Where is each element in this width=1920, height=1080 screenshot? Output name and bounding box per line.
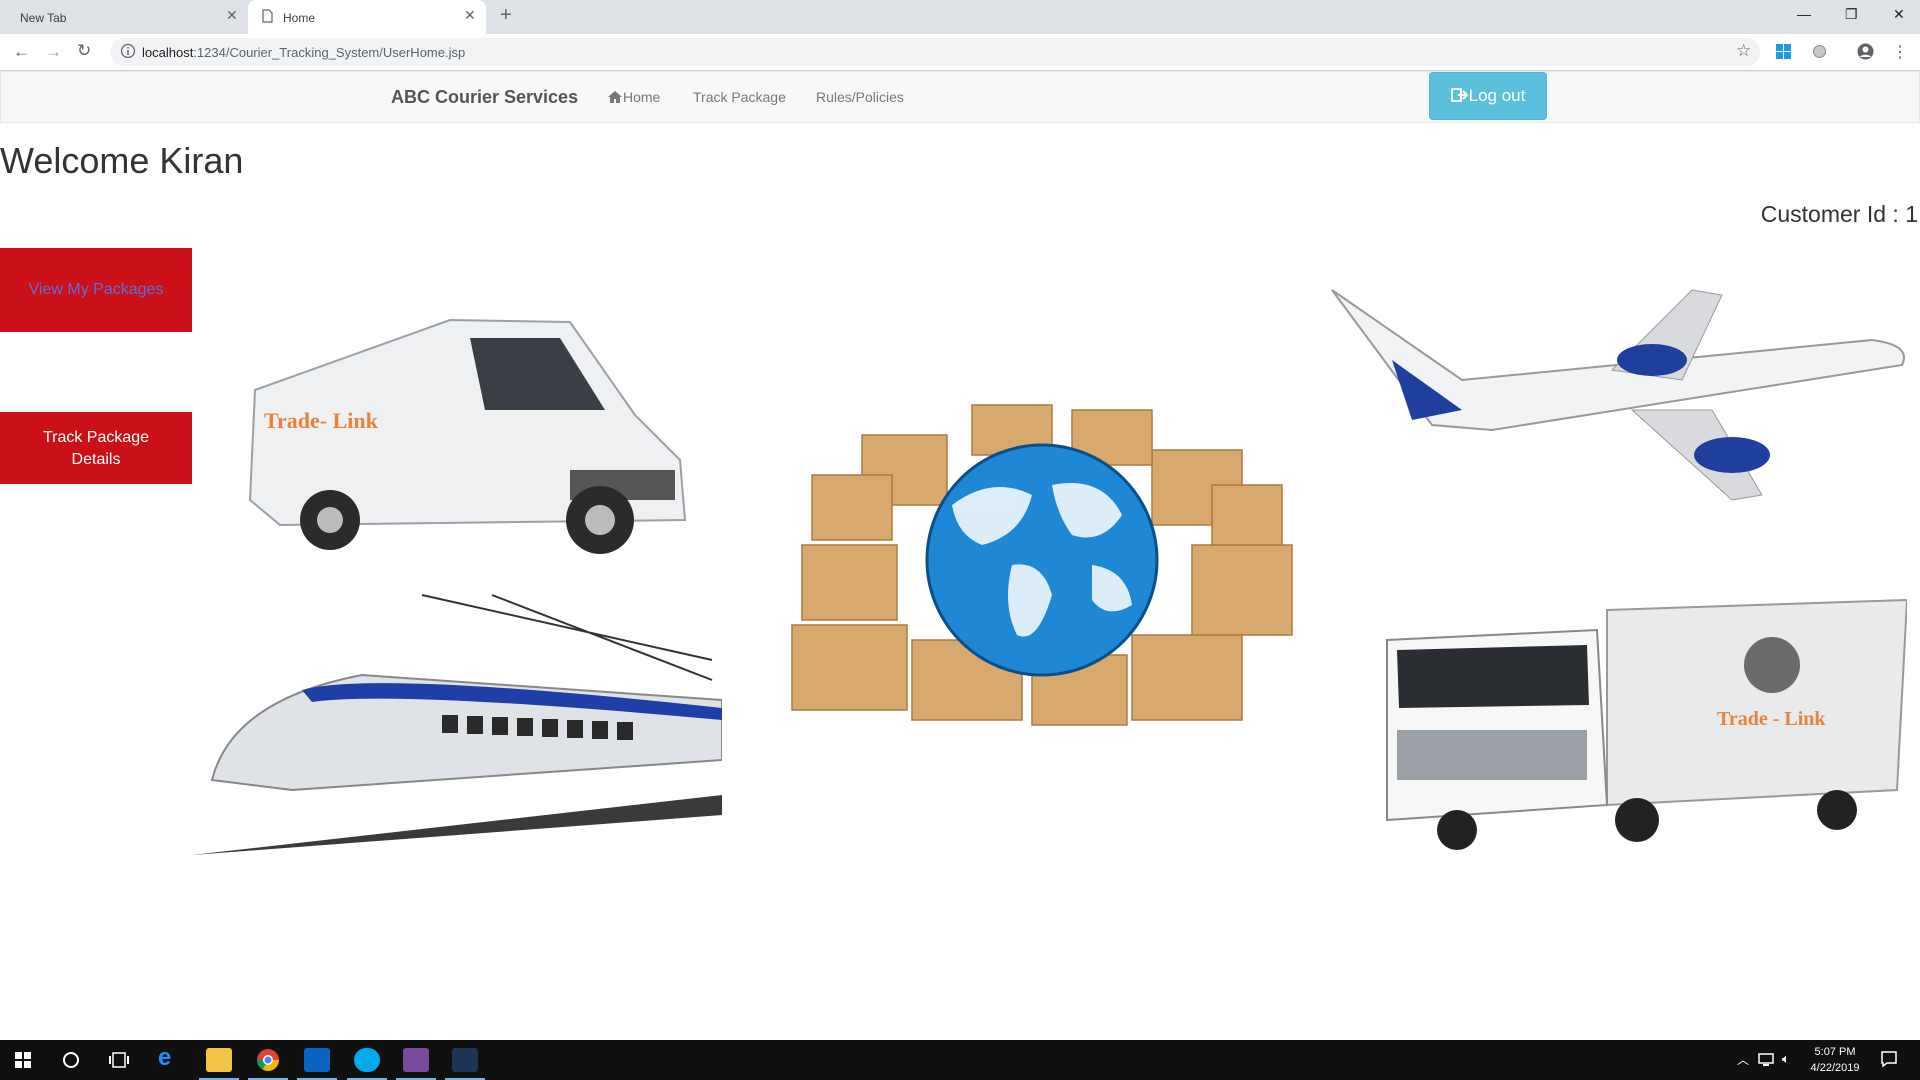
outlook-icon[interactable] [304, 1048, 330, 1072]
task-view-icon[interactable] [109, 1051, 129, 1074]
file-explorer-icon[interactable] [206, 1048, 232, 1072]
track-package-details-label: Track Package Details [42, 429, 150, 468]
tab-title: New Tab [20, 11, 67, 25]
info-icon[interactable] [120, 43, 136, 64]
nav-home[interactable]: Home [607, 89, 660, 105]
reload-icon[interactable]: ↻ [77, 41, 91, 61]
minimize-icon[interactable]: — [1797, 6, 1811, 22]
cortana-search-icon[interactable] [62, 1051, 80, 1074]
tab-title: Home [283, 11, 316, 25]
close-icon[interactable]: ✕ [226, 7, 238, 24]
home-icon [608, 91, 622, 103]
forward-icon[interactable]: → [45, 42, 62, 62]
network-icon[interactable] [1758, 1051, 1776, 1072]
extension-icon[interactable] [1812, 44, 1827, 64]
browser-tab-strip: New Tab ✕ Home ✕ + — ❐ ✕ [0, 0, 1920, 34]
bookmark-star-icon[interactable]: ☆ [1736, 41, 1751, 61]
address-bar[interactable]: localhost:1234/Courier_Tracking_System/U… [110, 38, 1760, 66]
url-text: localhost:1234/Courier_Tracking_System/U… [142, 45, 466, 60]
transport-collage-image: Trade- Link Trade - Link [192, 280, 1918, 860]
globe-boxes-image [791, 404, 1293, 726]
tab-new-tab[interactable]: New Tab ✕ [0, 0, 246, 34]
logout-button[interactable]: Log out [1429, 72, 1547, 120]
airplane-image [1331, 289, 1905, 501]
nav-home-label: Home [623, 89, 661, 105]
edge-icon[interactable]: e [158, 1044, 184, 1071]
menu-dots-icon[interactable]: ⋮ [1892, 42, 1908, 62]
nav-rules-policies[interactable]: Rules/Policies [816, 89, 904, 105]
close-window-icon[interactable]: ✕ [1893, 6, 1905, 23]
profile-icon[interactable] [1857, 43, 1874, 65]
view-my-packages-button[interactable]: View My Packages [0, 248, 192, 332]
chrome-icon[interactable] [255, 1048, 281, 1072]
logout-label: Log out [1468, 86, 1526, 105]
browser-toolbar: ← → ↻ localhost:1234/Courier_Tracking_Sy… [0, 34, 1920, 71]
action-center-icon[interactable] [1880, 1050, 1898, 1073]
back-icon[interactable]: ← [13, 42, 30, 62]
van-brand-text: Trade- Link [264, 408, 379, 433]
skype-icon[interactable] [354, 1048, 380, 1072]
page-icon [262, 9, 273, 26]
restore-icon[interactable]: ❐ [1845, 6, 1858, 23]
windows-taskbar: e ︿ 🔈︎ 5:07 PM 4/22/2019 [0, 1040, 1920, 1080]
welcome-heading: Welcome Kiran [0, 140, 244, 181]
track-package-details-button[interactable]: Track Package Details [0, 412, 192, 484]
new-tab-icon[interactable]: + [500, 4, 512, 27]
nav-track-package[interactable]: Track Package [693, 89, 786, 105]
delivery-van-image: Trade- Link [248, 318, 687, 554]
tab-home[interactable]: Home ✕ [248, 0, 486, 34]
high-speed-train-image [192, 594, 722, 855]
windows-extension-icon[interactable] [1776, 44, 1791, 64]
taskbar-clock[interactable]: 5:07 PM 4/22/2019 [1800, 1044, 1870, 1076]
eclipse-icon[interactable] [403, 1048, 429, 1072]
customer-id: Customer Id : 1 [1760, 201, 1918, 227]
cargo-truck-image: Trade - Link [1386, 598, 1907, 850]
clock-date: 4/22/2019 [1810, 1062, 1860, 1074]
close-icon[interactable]: ✕ [464, 7, 476, 24]
sql-tool-icon[interactable] [452, 1048, 478, 1072]
truck-brand-text: Trade - Link [1717, 708, 1826, 730]
site-navbar: ABC Courier Services Home Track Package … [0, 71, 1920, 123]
brand-title[interactable]: ABC Courier Services [391, 87, 578, 108]
logout-icon [1450, 88, 1469, 102]
windows-start-icon[interactable] [15, 1052, 31, 1073]
clock-time: 5:07 PM [1814, 1046, 1856, 1058]
volume-icon[interactable]: 🔈︎ [1782, 1051, 1790, 1067]
show-hidden-icons[interactable]: ︿ [1737, 1051, 1749, 1068]
